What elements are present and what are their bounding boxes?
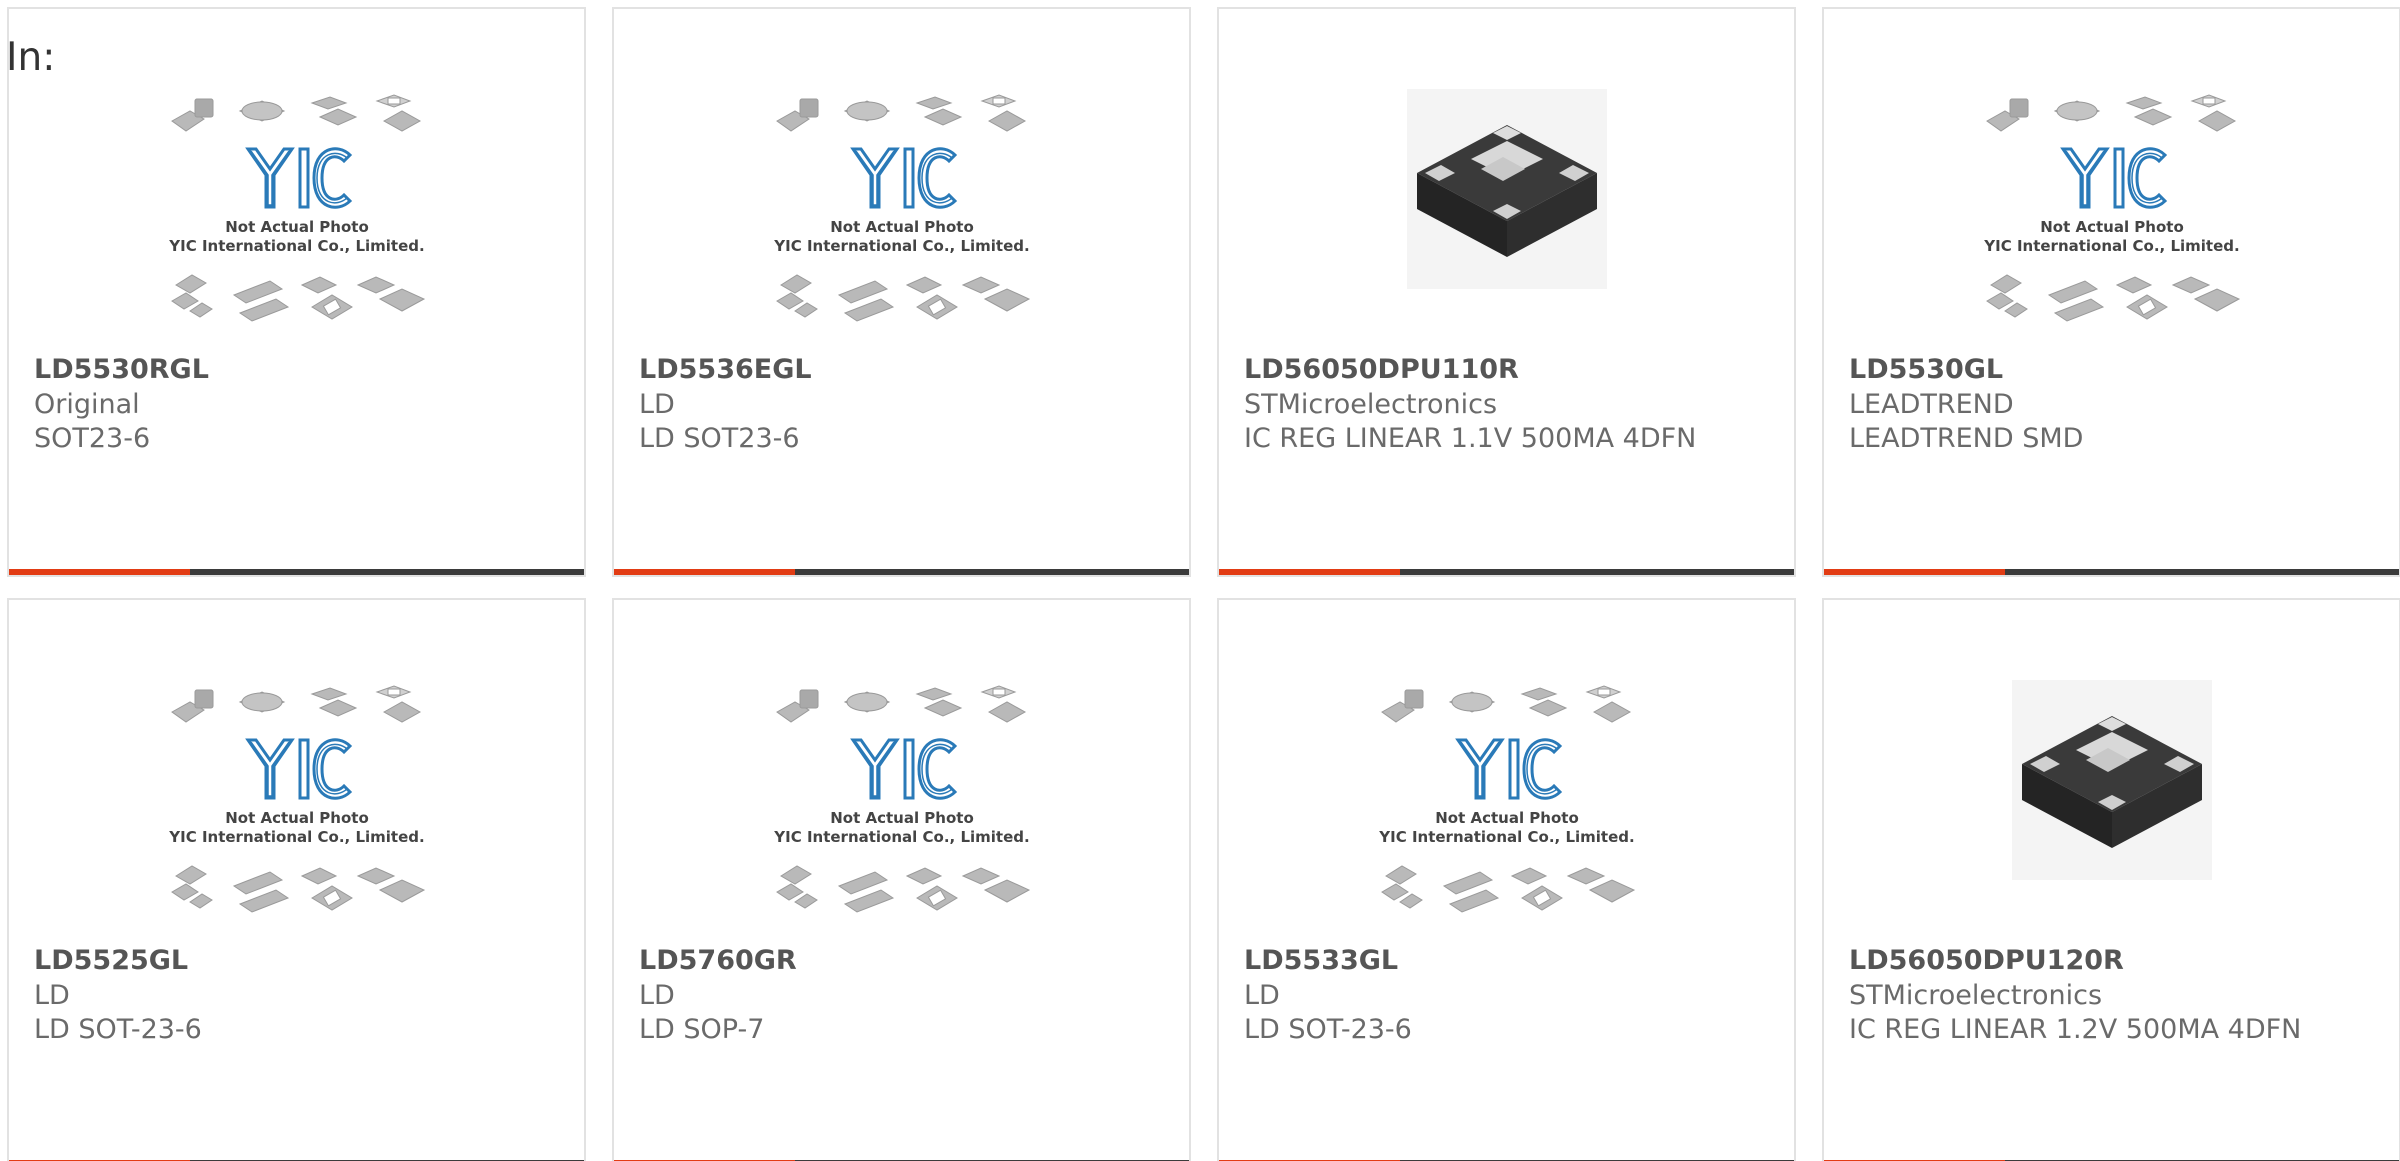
manufacturer: LD (1244, 980, 1280, 1011)
placeholder-caption-company: YIC International Co., Limited. (168, 237, 424, 255)
card-bottom-bar (614, 569, 1189, 575)
manufacturer: LD (34, 980, 70, 1011)
card-bottom-bar (1219, 569, 1794, 575)
product-card[interactable]: Not Actual Photo YIC International Co., … (7, 7, 586, 577)
description: LD SOP-7 (639, 1014, 765, 1045)
product-card[interactable]: Not Actual Photo YIC International Co., … (7, 598, 586, 1161)
placeholder-photo: Not Actual Photo YIC International Co., … (9, 680, 584, 940)
card-accent-bar (1219, 569, 1400, 575)
card-bottom-bar (1824, 569, 2399, 575)
product-card[interactable]: LD56050DPU120R STMicroelectronics IC REG L… (1822, 598, 2400, 1161)
description: IC REG LINEAR 1.2V 500MA 4DFN (1849, 1014, 2302, 1045)
product-card[interactable]: Not Actual Photo YIC International Co., … (1217, 598, 1796, 1161)
placeholder-caption: Not Actual Photo (830, 809, 974, 827)
product-card[interactable]: Not Actual Photo YIC International Co., … (612, 598, 1191, 1161)
placeholder-caption-company: YIC International Co., Limited. (1378, 828, 1634, 846)
placeholder-caption-company: YIC International Co., Limited. (168, 828, 424, 846)
placeholder-photo: Not Actual Photo YIC International Co., … (1824, 89, 2399, 349)
product-card[interactable]: Not Actual Photo YIC International Co., … (612, 7, 1191, 577)
product-photo (1219, 89, 1794, 349)
placeholder-photo: Not Actual Photo YIC International Co., … (614, 680, 1189, 940)
description: LEADTREND SMD (1849, 423, 2084, 454)
part-number[interactable]: LD5525GL (34, 945, 188, 977)
results-prefix: In: (6, 35, 56, 80)
placeholder-photo: Not Actual Photo YIC International Co., … (1219, 680, 1794, 940)
placeholder-caption-company: YIC International Co., Limited. (1983, 237, 2239, 255)
manufacturer: LD (639, 980, 675, 1011)
placeholder-caption: Not Actual Photo (830, 218, 974, 236)
part-number[interactable]: LD56050DPU120R (1849, 945, 2124, 977)
description: LD SOT-23-6 (34, 1014, 202, 1045)
description: SOT23-6 (34, 423, 151, 454)
placeholder-caption: Not Actual Photo (225, 218, 369, 236)
placeholder-caption-company: YIC International Co., Limited. (773, 237, 1029, 255)
placeholder-photo: Not Actual Photo YIC International Co., … (9, 89, 584, 349)
product-card[interactable]: LD56050DPU110R STMicroelectronics IC REG L… (1217, 7, 1796, 577)
part-number[interactable]: LD5536EGL (639, 354, 812, 386)
placeholder-photo: Not Actual Photo YIC International Co., … (614, 89, 1189, 349)
part-number[interactable]: LD56050DPU110R (1244, 354, 1519, 386)
description: LD SOT23-6 (639, 423, 800, 454)
part-number[interactable]: LD5533GL (1244, 945, 1398, 977)
product-photo (1824, 680, 2399, 940)
card-accent-bar (614, 569, 795, 575)
placeholder-caption-company: YIC International Co., Limited. (773, 828, 1029, 846)
part-number[interactable]: LD5760GR (639, 945, 797, 977)
description: IC REG LINEAR 1.1V 500MA 4DFN (1244, 423, 1697, 454)
manufacturer: Original (34, 389, 140, 420)
manufacturer: STMicroelectronics (1849, 980, 2103, 1011)
product-card[interactable]: Not Actual Photo YIC International Co., … (1822, 7, 2400, 577)
manufacturer: LD (639, 389, 675, 420)
card-accent-bar (9, 569, 190, 575)
placeholder-caption: Not Actual Photo (1435, 809, 1579, 827)
description: LD SOT-23-6 (1244, 1014, 1412, 1045)
placeholder-caption: Not Actual Photo (225, 809, 369, 827)
card-accent-bar (1824, 569, 2005, 575)
part-number[interactable]: LD5530RGL (34, 354, 209, 386)
part-number[interactable]: LD5530GL (1849, 354, 2003, 386)
card-bottom-bar (9, 569, 584, 575)
placeholder-caption: Not Actual Photo (2040, 218, 2184, 236)
manufacturer: STMicroelectronics (1244, 389, 1498, 420)
manufacturer: LEADTREND (1849, 389, 2014, 420)
